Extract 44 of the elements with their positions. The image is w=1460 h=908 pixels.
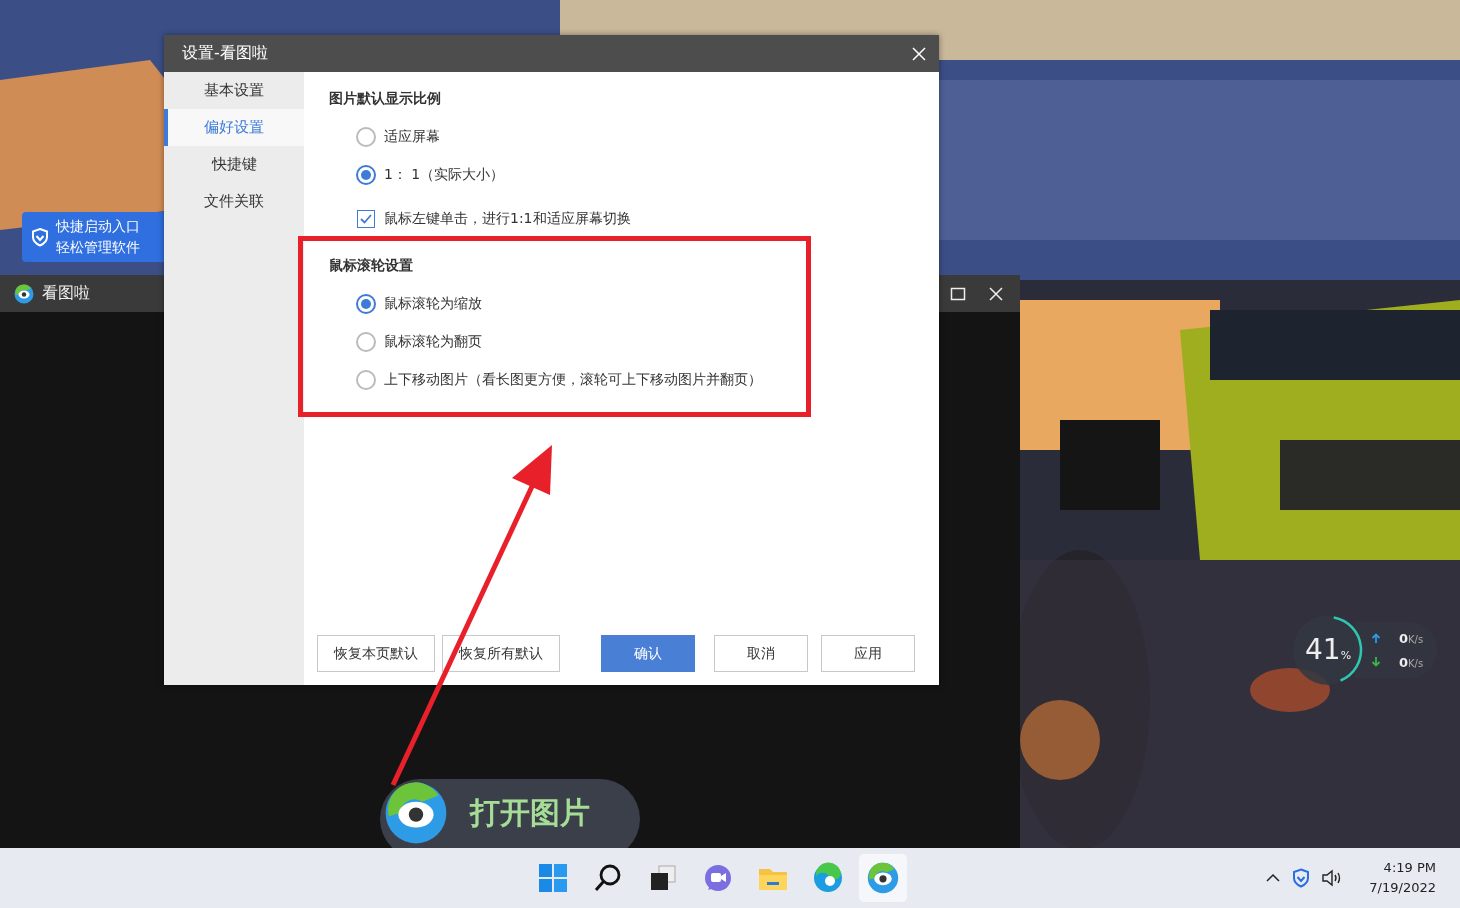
start-icon — [537, 862, 569, 894]
app-logo-icon — [384, 781, 448, 845]
option-label: 适应屏幕 — [384, 128, 440, 146]
section-title: 鼠标滚轮设置 — [329, 256, 414, 275]
dialog-button[interactable]: 恢复所有默认 — [442, 635, 560, 672]
upload-arrow-icon — [1371, 633, 1381, 643]
section-title: 图片默认显示比例 — [329, 89, 442, 108]
browser-icon — [812, 862, 844, 894]
clock-date[interactable]: 7/19/2022 — [1369, 878, 1436, 898]
percent-reading: 41% — [1305, 635, 1352, 668]
close-icon[interactable] — [988, 285, 1004, 302]
shield-icon — [30, 227, 50, 247]
option-label: 1： 1（实际大小） — [384, 166, 505, 184]
sidebar-tab[interactable]: 文件关联 — [164, 183, 304, 220]
dialog-title: 设置-看图啦 — [182, 43, 269, 64]
app-logo-icon — [14, 283, 34, 304]
dialog-button[interactable]: 取消 — [714, 635, 808, 672]
clock-time[interactable]: 4:19 PM — [1383, 858, 1436, 878]
tooltip-text: 快捷启动入口 轻松管理软件 — [56, 217, 140, 257]
option-label: 鼠标滚轮为缩放 — [384, 295, 482, 313]
radio-button[interactable] — [356, 332, 376, 352]
speed-reading: 0K/s — [1399, 654, 1424, 670]
dialog-button[interactable]: 恢复本页默认 — [317, 635, 435, 672]
checkbox[interactable] — [357, 210, 375, 228]
window-title: 看图啦 — [42, 283, 90, 304]
speed-reading: 0K/s — [1399, 630, 1424, 646]
option-label: 鼠标滚轮为翻页 — [384, 333, 482, 351]
sidebar-tab[interactable]: 基本设置 — [164, 72, 304, 109]
open-image-button[interactable]: 打开图片 — [380, 779, 640, 848]
dialog-button[interactable]: 应用 — [821, 635, 915, 672]
download-arrow-icon — [1371, 657, 1381, 667]
viewer-logo-icon — [867, 862, 899, 894]
option-label: 鼠标左键单击，进行1:1和适应屏幕切换 — [384, 210, 631, 228]
shield-icon[interactable] — [1291, 868, 1312, 888]
sidebar-tab[interactable]: 快捷键 — [164, 146, 304, 183]
radio-button[interactable] — [356, 294, 376, 314]
sidebar-tab[interactable]: 偏好设置 — [164, 109, 304, 146]
radio-button[interactable] — [356, 165, 376, 185]
chat-icon — [702, 862, 734, 894]
maximize-icon[interactable] — [950, 285, 966, 302]
radio-button[interactable] — [356, 127, 376, 147]
confirm-button[interactable]: 确认 — [601, 635, 695, 672]
option-label: 上下移动图片（看长图更方便，滚轮可上下移动图片并翻页） — [384, 371, 762, 389]
radio-button[interactable] — [356, 370, 376, 390]
